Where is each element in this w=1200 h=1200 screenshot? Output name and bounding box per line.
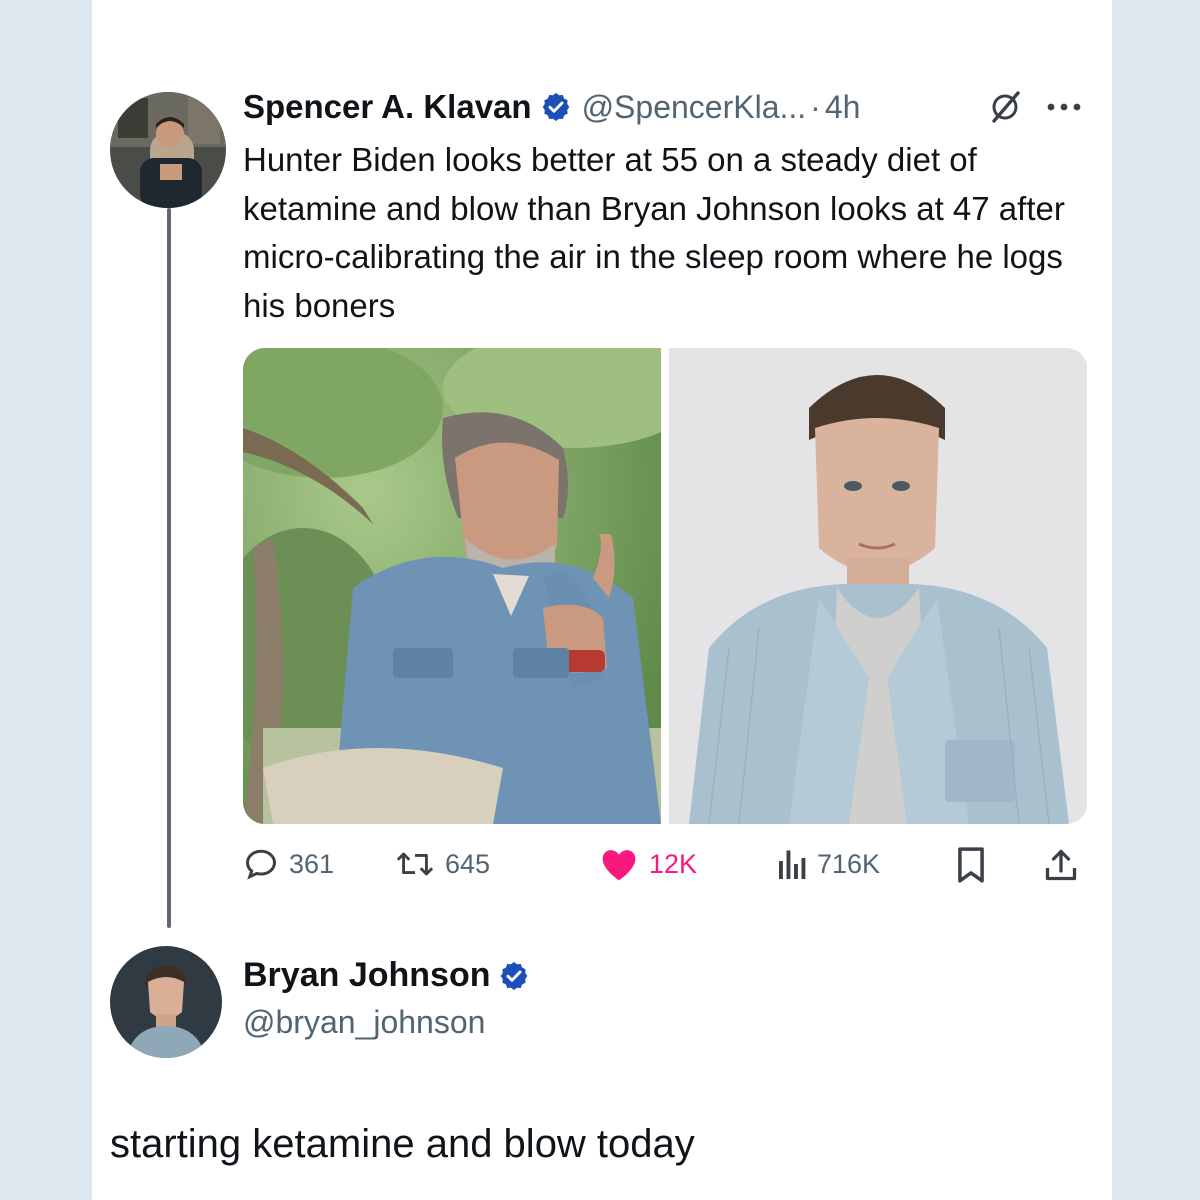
verified-badge-icon	[540, 91, 572, 123]
quoted-tweet-header: Spencer A. Klavan @SpencerKla... · 4h	[243, 84, 860, 130]
author-handle[interactable]: @SpencerKla...	[582, 89, 807, 126]
repost-button[interactable]: 645	[395, 846, 490, 882]
grok-icon[interactable]	[988, 90, 1022, 124]
reply-author-name[interactable]: Bryan Johnson	[243, 956, 490, 995]
like-count: 12K	[649, 848, 698, 879]
bookmark-icon	[958, 847, 984, 883]
heart-icon	[602, 850, 636, 881]
page-margin-left	[0, 0, 92, 1200]
media-photo-left[interactable]	[243, 348, 661, 824]
more-dots-icon[interactable]	[1044, 95, 1084, 119]
repost-count: 645	[445, 848, 491, 879]
bookmark-button[interactable]	[955, 846, 987, 884]
views-count: 716K	[817, 848, 881, 879]
reply-author-handle[interactable]: @bryan_johnson	[243, 1004, 485, 1041]
share-button[interactable]	[1043, 846, 1079, 884]
reply-count: 361	[289, 848, 335, 879]
views-icon	[779, 850, 806, 879]
views-button[interactable]: 716K	[775, 846, 880, 882]
avatar-spencer-klavan[interactable]	[110, 92, 226, 208]
avatar-bryan-johnson[interactable]	[110, 946, 222, 1058]
reply-author-header: Bryan Johnson	[243, 956, 530, 995]
page-margin-right	[1112, 0, 1200, 1200]
verified-badge-icon	[498, 960, 530, 992]
reply-icon	[245, 849, 277, 880]
reply-button[interactable]: 361	[243, 846, 334, 882]
like-button[interactable]: 12K	[599, 846, 697, 882]
tweet-media-grid[interactable]	[243, 348, 1088, 824]
thread-connector-line	[167, 208, 171, 928]
tweet-action-bar: 361 645 12K 716K	[243, 840, 1088, 890]
share-icon	[1045, 849, 1077, 881]
quoted-tweet-text: Hunter Biden looks better at 55 on a ste…	[243, 141, 1065, 324]
repost-icon	[396, 852, 434, 876]
reply-tweet-text: starting ketamine and blow today	[110, 1122, 695, 1166]
tweet-timestamp[interactable]: 4h	[825, 89, 861, 126]
media-photo-right[interactable]	[669, 348, 1087, 824]
author-name[interactable]: Spencer A. Klavan	[243, 88, 532, 126]
separator-dot: ·	[810, 88, 821, 125]
